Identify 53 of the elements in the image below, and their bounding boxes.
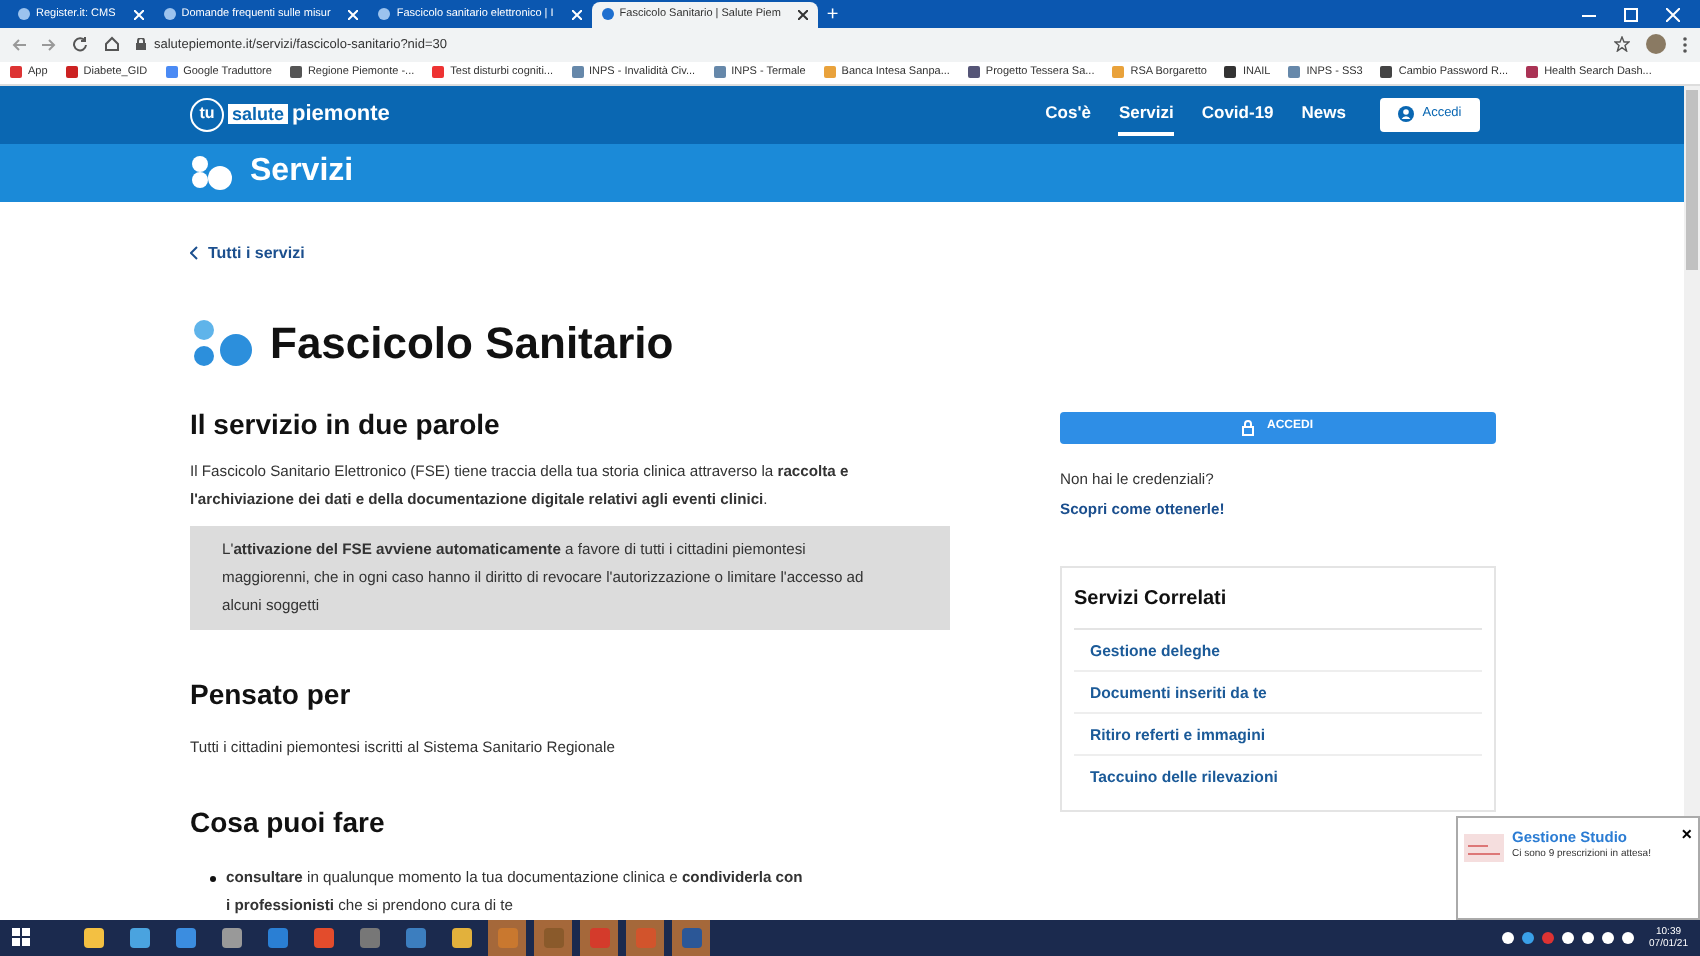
favicon-icon <box>163 8 176 21</box>
back-link[interactable]: Tutti i servizi <box>190 241 950 266</box>
dots-logo-icon <box>190 154 234 191</box>
start-icon[interactable] <box>12 928 30 947</box>
reload-icon[interactable] <box>72 36 88 53</box>
favicon-icon <box>601 8 614 21</box>
bookmark-icon <box>967 66 980 79</box>
bookmark-icon <box>165 66 178 79</box>
bookmark-icon <box>1288 66 1301 79</box>
section-heading: Cosa puoi fare <box>190 803 387 842</box>
nav-link[interactable]: Covid-19 <box>1201 93 1274 136</box>
star-icon[interactable] <box>1614 36 1630 53</box>
forward-arrow-icon[interactable] <box>42 37 56 52</box>
card-title: Servizi Correlati <box>1074 584 1482 631</box>
logo-name: piemonte <box>292 99 390 130</box>
app-logo-icon <box>1464 834 1504 862</box>
bookmark-icon <box>1526 66 1539 79</box>
bookmark-icon <box>10 66 22 79</box>
taskbar-app-icon[interactable] <box>672 919 710 956</box>
bookmark-icon <box>289 66 302 79</box>
bookmark-icon <box>1380 66 1393 79</box>
favicon-icon <box>18 8 30 21</box>
nav-link[interactable]: Servizi <box>1118 93 1174 136</box>
logo-badge: tu <box>190 97 224 132</box>
bullet-icon <box>210 875 216 882</box>
logo-brand: salute <box>228 104 289 125</box>
close-icon[interactable] <box>798 9 809 20</box>
section-heading: Il servizio in due parole <box>190 405 502 444</box>
page-title: Fascicolo Sanitario <box>270 315 674 372</box>
lock-icon <box>136 38 146 51</box>
chevron-left-icon <box>190 246 198 261</box>
user-icon <box>1398 106 1415 123</box>
back-arrow-icon[interactable] <box>12 37 26 52</box>
close-button[interactable]: × <box>1681 826 1692 844</box>
bookmark-icon <box>823 66 836 79</box>
menu-icon[interactable] <box>1682 35 1688 54</box>
favicon-icon <box>378 8 391 21</box>
profile-avatar[interactable] <box>1646 34 1666 55</box>
lock-icon <box>1242 419 1255 436</box>
bookmark-icon <box>713 66 726 79</box>
bookmark-icon <box>432 66 445 79</box>
nav-link[interactable]: News <box>1301 93 1346 136</box>
dots-logo-icon <box>190 316 258 369</box>
bookmark-icon <box>1224 66 1237 79</box>
bookmark-icon <box>65 66 78 79</box>
section-title: Servizi <box>250 152 354 193</box>
section-heading: Pensato per <box>190 675 353 714</box>
maximize-icon[interactable] <box>1624 7 1638 22</box>
bookmark-icon <box>1112 66 1125 79</box>
home-icon[interactable] <box>104 36 120 53</box>
nav-link[interactable]: Cos'è <box>1045 93 1091 136</box>
bookmark-icon <box>571 66 583 79</box>
new-tab-button[interactable]: + <box>818 1 847 28</box>
